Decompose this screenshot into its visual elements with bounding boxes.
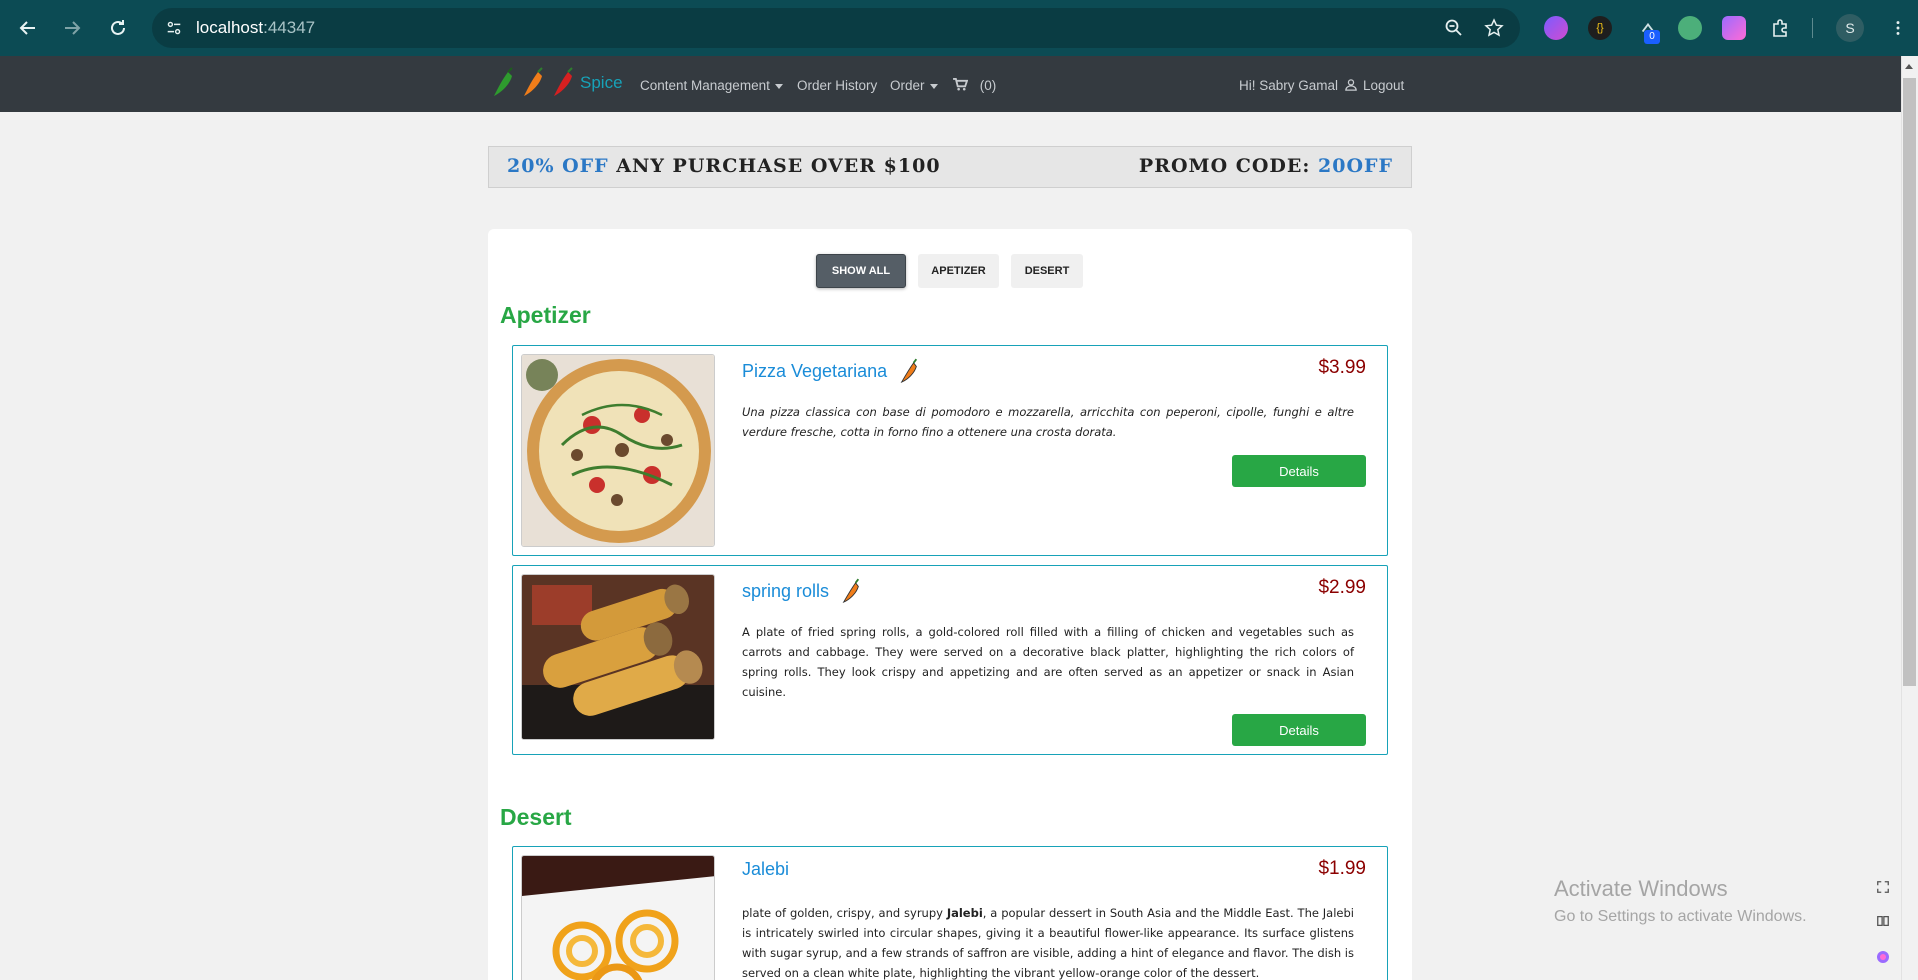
chevron-down-icon (929, 83, 938, 89)
item-name[interactable]: Jalebi (742, 859, 789, 880)
promo-code: PROMO CODE: 20OFF (1138, 155, 1393, 177)
chili-orange-icon (842, 578, 860, 604)
site-info-icon[interactable] (162, 16, 186, 40)
filter-desert-button[interactable]: DESERT (1011, 254, 1083, 288)
nav-order-history[interactable]: Order History (797, 78, 877, 93)
menu-item-card: Jalebi $1.99 plate of golden, crispy, an… (512, 846, 1388, 980)
promo-offer: 20% OFF ANY PURCHASE OVER $100 (507, 155, 941, 177)
item-description: Una pizza classica con base di pomodoro … (742, 405, 1354, 439)
promo-banner: 20% OFF ANY PURCHASE OVER $100 PROMO COD… (488, 146, 1412, 188)
zoom-icon[interactable] (1442, 16, 1466, 40)
chili-green-icon (494, 67, 513, 96)
item-description: A plate of fried spring rolls, a gold-co… (742, 625, 1354, 699)
item-description: plate of golden, crispy, and syrupy Jale… (742, 906, 1354, 980)
address-bar[interactable]: localhost:44347 (152, 8, 1520, 48)
details-button[interactable]: Details (1232, 455, 1366, 487)
category-title-apetizer: Apetizer (500, 302, 591, 328)
brand-logo[interactable] (488, 66, 578, 100)
category-title-desert: Desert (500, 804, 572, 830)
robot-extension-icon[interactable] (1678, 16, 1702, 40)
spring-rolls-image (522, 575, 714, 739)
chevron-down-icon (774, 83, 783, 89)
reload-icon[interactable] (104, 14, 132, 42)
browser-menu-icon[interactable] (1886, 16, 1910, 40)
filter-show-all-button[interactable]: SHOW ALL (816, 254, 906, 288)
details-button[interactable]: Details (1232, 714, 1366, 746)
url-text: localhost:44347 (196, 18, 316, 37)
chili-orange-icon (900, 358, 918, 384)
item-image (521, 354, 715, 547)
item-image (521, 855, 715, 980)
jalebi-image (522, 856, 714, 980)
item-image (521, 574, 715, 740)
user-icon (1345, 79, 1357, 91)
nav-logout[interactable]: Logout (1363, 78, 1404, 93)
nav-cart[interactable]: (0) (953, 78, 996, 93)
item-price: $1.99 (1318, 858, 1366, 879)
filter-apetizer-button[interactable]: APETIZER (918, 254, 999, 288)
menu-item-card: spring rolls $2.99 A plate of fried spri… (512, 565, 1388, 755)
gradient-extension-icon[interactable] (1722, 16, 1746, 40)
scroll-up-arrow-icon[interactable] (1905, 64, 1913, 69)
reading-mode-icon[interactable] (1874, 912, 1892, 930)
brain-extension-icon[interactable] (1544, 16, 1568, 40)
activate-windows-subtitle: Go to Settings to activate Windows. (1554, 908, 1807, 925)
brand-name[interactable]: Spice (580, 73, 623, 93)
activate-windows-title: Activate Windows (1554, 876, 1728, 901)
forward-icon[interactable] (58, 14, 86, 42)
item-price: $3.99 (1318, 357, 1366, 378)
toolbar-divider (1812, 18, 1813, 38)
browser-toolbar: localhost:44347 {} 0 S (0, 0, 1918, 56)
back-icon[interactable] (14, 14, 42, 42)
item-name[interactable]: spring rolls (742, 578, 862, 606)
extensions-puzzle-icon[interactable] (1768, 16, 1792, 40)
nav-order[interactable]: Order (890, 78, 938, 93)
profile-avatar[interactable]: S (1836, 14, 1864, 42)
item-price: $2.99 (1318, 577, 1366, 598)
nav-content-management[interactable]: Content Management (640, 78, 783, 93)
chili-orange-icon (524, 67, 543, 96)
chili-red-icon (554, 67, 573, 96)
menu-item-card: Pizza Vegetariana $3.99 Una pizza classi… (512, 345, 1388, 556)
bookmark-star-icon[interactable] (1482, 16, 1506, 40)
site-navbar: Spice Content Management Order History O… (0, 56, 1918, 112)
extension-badge: 0 (1644, 30, 1660, 44)
json-extension-icon[interactable]: {} (1588, 16, 1612, 40)
menu-panel: SHOW ALL APETIZER DESERT Apetizer Pizza … (488, 229, 1412, 980)
nav-user-greeting[interactable]: Hi! Sabry Gamal (1239, 78, 1357, 93)
copilot-icon[interactable] (1874, 948, 1892, 966)
fullscreen-icon[interactable] (1874, 878, 1892, 896)
item-name[interactable]: Pizza Vegetariana (742, 358, 920, 386)
cart-icon (953, 78, 969, 91)
pizza-image (522, 355, 714, 546)
scrollbar-thumb[interactable] (1903, 78, 1916, 686)
